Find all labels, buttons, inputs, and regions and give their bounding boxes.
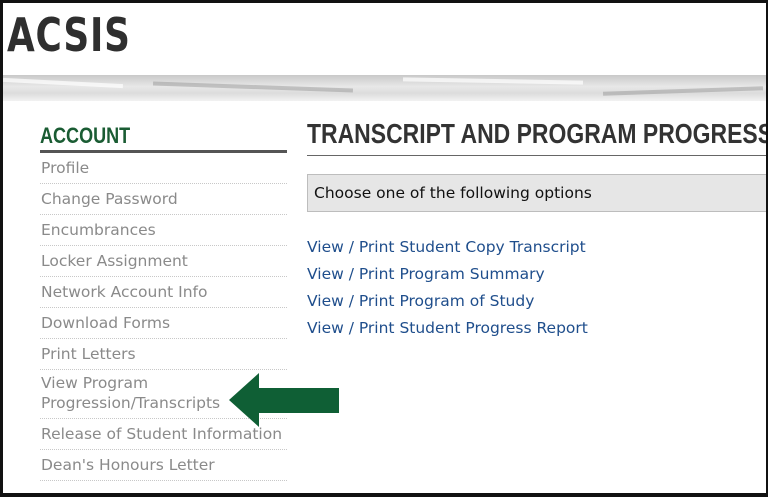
sidebar-item-print-letters[interactable]: Print Letters	[40, 339, 287, 370]
left-arrow-icon	[229, 373, 339, 427]
link-program-summary[interactable]: View / Print Program Summary	[307, 261, 766, 288]
sidebar-item-profile[interactable]: Profile	[40, 153, 287, 184]
link-student-progress-report[interactable]: View / Print Student Progress Report	[307, 315, 766, 342]
account-sidebar: ACCOUNT Profile Change Password Encumbra…	[40, 121, 287, 481]
options-link-list: View / Print Student Copy Transcript Vie…	[307, 234, 766, 342]
site-logo: ACSIS	[7, 8, 131, 62]
header-banner	[3, 75, 766, 101]
page-title: TRANSCRIPT AND PROGRAM PROGRESSION	[307, 116, 768, 156]
sidebar-item-download-forms[interactable]: Download Forms	[40, 308, 287, 339]
sidebar-item-encumbrances[interactable]: Encumbrances	[40, 215, 287, 246]
options-prompt: Choose one of the following options	[307, 174, 766, 212]
sidebar-heading-label: ACCOUNT	[40, 123, 131, 148]
page-title-text: TRANSCRIPT AND PROGRAM PROGRESSION	[307, 118, 768, 149]
sidebar-item-network-account-info[interactable]: Network Account Info	[40, 277, 287, 308]
sidebar-heading: ACCOUNT	[40, 121, 287, 153]
left-arrow-shape	[229, 373, 339, 427]
link-student-copy-transcript[interactable]: View / Print Student Copy Transcript	[307, 234, 766, 261]
app-window: ACSIS ACCOUNT Profile Change Password En…	[0, 0, 768, 497]
main-content: TRANSCRIPT AND PROGRAM PROGRESSION Choos…	[307, 116, 768, 342]
sidebar-item-deans-honours-letter[interactable]: Dean's Honours Letter	[40, 450, 287, 481]
sidebar-item-change-password[interactable]: Change Password	[40, 184, 287, 215]
link-program-of-study[interactable]: View / Print Program of Study	[307, 288, 766, 315]
sidebar-item-locker-assignment[interactable]: Locker Assignment	[40, 246, 287, 277]
